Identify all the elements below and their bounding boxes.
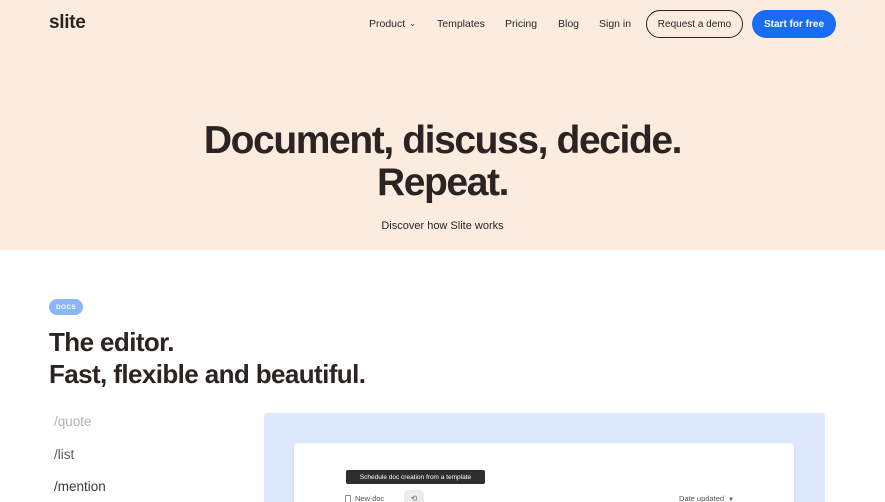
- template-schedule-icon[interactable]: ⟲: [404, 490, 424, 502]
- request-demo-button[interactable]: Request a demo: [646, 10, 743, 38]
- nav-templates[interactable]: Templates: [437, 18, 485, 30]
- hero-headline-line-2: Repeat.: [376, 161, 509, 204]
- caret-down-icon: ▼: [728, 497, 734, 502]
- nav-blog[interactable]: Blog: [558, 18, 579, 30]
- section-title-line-2: Fast, flexible and beautiful.: [49, 359, 366, 389]
- command-list: /list: [54, 447, 75, 462]
- nav-product[interactable]: Product ⌄: [369, 18, 416, 30]
- hero-headline-line-1: Document, discuss, decide.: [203, 119, 683, 162]
- command-mention: /mention: [54, 479, 106, 494]
- document-icon: [345, 494, 351, 502]
- nav-product-label: Product: [369, 18, 406, 30]
- sort-label: Date updated: [679, 494, 725, 502]
- hero-section: slite Product ⌄ Templates Pricing Blog Si…: [0, 0, 885, 250]
- chevron-down-icon: ⌄: [409, 19, 416, 28]
- slite-logo[interactable]: slite: [49, 12, 86, 34]
- start-for-free-button[interactable]: Start for free: [752, 10, 836, 38]
- new-doc-label: New doc: [355, 494, 385, 502]
- hero-headline: Document, discuss, decide. Repeat.: [0, 120, 885, 204]
- top-navigation: slite Product ⌄ Templates Pricing Blog Si…: [0, 0, 885, 50]
- discover-link[interactable]: Discover how Slite works: [0, 220, 885, 232]
- new-doc-button[interactable]: New doc: [345, 494, 384, 502]
- sort-dropdown[interactable]: Date updated ▼: [679, 494, 734, 502]
- template-tooltip: Schedule doc creation from a template: [346, 470, 485, 484]
- section-title-line-1: The editor.: [49, 327, 174, 357]
- docs-badge: DOCS: [49, 299, 83, 315]
- section-title: The editor. Fast, flexible and beautiful…: [49, 326, 366, 390]
- command-quote: /quote: [54, 414, 92, 429]
- nav-pricing[interactable]: Pricing: [505, 18, 537, 30]
- nav-sign-in[interactable]: Sign in: [599, 18, 631, 30]
